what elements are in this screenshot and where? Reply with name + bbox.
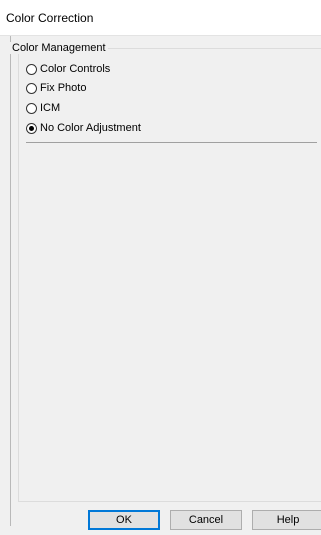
radio-no-color-adjustment[interactable]: No Color Adjustment <box>26 121 141 135</box>
radio-icm[interactable]: ICM <box>26 101 60 115</box>
radio-label: No Color Adjustment <box>40 122 141 134</box>
radio-button-icon[interactable] <box>26 82 37 94</box>
left-divider <box>10 36 11 526</box>
radio-fix-photo[interactable]: Fix Photo <box>26 81 86 95</box>
cancel-button[interactable]: Cancel <box>170 510 242 530</box>
separator-line <box>26 142 317 143</box>
help-button[interactable]: Help <box>252 510 321 530</box>
color-management-legend: Color Management <box>10 42 108 54</box>
radio-color-controls[interactable]: Color Controls <box>26 62 110 76</box>
color-management-group <box>18 48 321 502</box>
title-bar: Color Correction <box>0 0 321 36</box>
radio-button-icon[interactable] <box>26 63 37 75</box>
radio-label: ICM <box>40 102 61 114</box>
ok-button[interactable]: OK <box>88 510 160 530</box>
window-title: Color Correction <box>6 11 94 25</box>
radio-button-selected-icon[interactable] <box>26 122 37 134</box>
radio-label: Fix Photo <box>40 82 87 94</box>
color-correction-dialog: Color Correction Color Management Color … <box>0 0 321 535</box>
radio-label: Color Controls <box>40 63 111 75</box>
radio-button-icon[interactable] <box>26 102 37 114</box>
